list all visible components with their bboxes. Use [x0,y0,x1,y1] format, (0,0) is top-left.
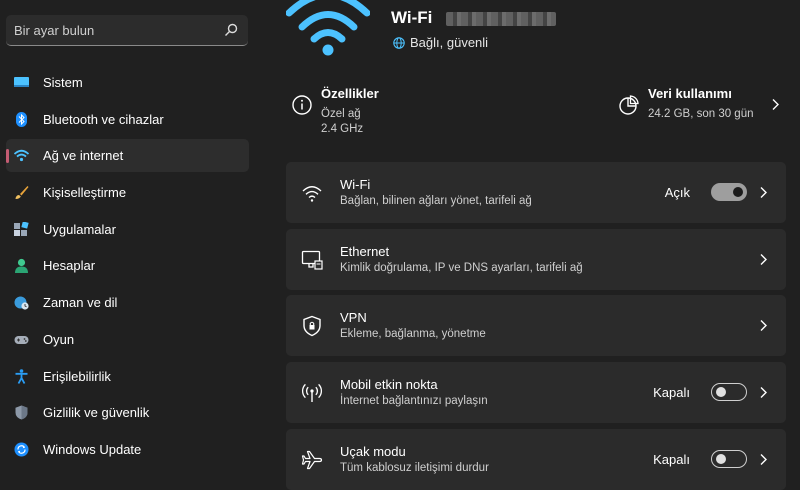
sidebar-item-privacy[interactable]: Gizlilik ve güvenlik [6,396,249,429]
info-icon [292,95,312,115]
vpn-shield-icon [303,315,321,337]
sidebar-item-label: Sistem [43,75,83,90]
properties-band: 2.4 GHz [321,123,364,135]
search-input[interactable] [6,15,224,45]
wifi-icon [302,186,322,202]
sidebar-item-label: Zaman ve dil [43,295,118,311]
apps-icon [14,221,29,236]
data-usage-title: Veri kullanımı [648,86,732,101]
sidebar-item-sistem[interactable]: Sistem [6,66,249,99]
vpn-card-title: VPN [340,310,367,325]
ethernet-icon [301,250,323,270]
sidebar-item-label: Bluetooth ve cihazlar [43,111,164,127]
ethernet-card-description: Kimlik doğrulama, IP ve DNS ayarları, ta… [340,262,583,274]
wifi-large-icon [286,0,370,56]
ethernet-card-title: Ethernet [340,244,390,259]
sidebar: Sistem Bluetooth ve cihazlar Ağ ve inter… [0,0,262,479]
wifi-card[interactable]: Wi-Fi Bağlan, bilinen ağları yönet, tari… [286,162,786,223]
mobile-hotspot-description: İnternet bağlantınızı paylaşın [340,395,488,407]
mobile-hotspot-card[interactable]: Mobil etkin nokta İnternet bağlantınızı … [286,362,786,423]
pie-chart-icon [619,95,639,115]
sidebar-item-label: Oyun [43,331,75,347]
mobile-hotspot-toggle[interactable] [711,383,747,401]
network-ssid-redacted [446,12,556,26]
network-status-text: Bağlı, güvenli [410,35,489,50]
sidebar-item-time-language[interactable]: Zaman ve dil [6,286,249,319]
sidebar-item-accessibility[interactable]: Erişilebilirlik [6,360,249,393]
data-usage-link[interactable]: Veri kullanımı 24.2 GB, son 30 gün [618,86,783,126]
search-box[interactable] [6,15,248,46]
sidebar-item-bluetooth[interactable]: Bluetooth ve cihazlar [6,103,249,136]
sidebar-item-label: Erişilebilirlik [43,368,111,384]
sidebar-item-accounts[interactable]: Hesaplar [6,249,249,282]
sidebar-item-windows-update[interactable]: Windows Update [6,433,249,466]
sidebar-item-label: Kişiselleştirme [43,185,127,201]
airplane-mode-toggle[interactable] [711,450,747,468]
wifi-icon [14,150,29,162]
ethernet-card[interactable]: Ethernet Kimlik doğrulama, IP ve DNS aya… [286,229,786,290]
airplane-mode-description: Tüm kablosuz iletişimi durdur [340,462,489,474]
monitor-icon [14,77,29,87]
wifi-toggle-label: Açık [664,185,690,200]
chevron-right-icon [760,187,767,198]
toggle-knob [716,454,726,464]
mobile-hotspot-title: Mobil etkin nokta [340,377,438,392]
sidebar-item-label: Ağ ve internet [43,148,124,164]
sidebar-item-gaming[interactable]: Oyun [6,323,249,356]
sidebar-item-personalization[interactable]: Kişiselleştirme [6,176,249,209]
wifi-card-title: Wi-Fi [340,177,371,192]
gamepad-icon [14,335,29,344]
person-icon [15,259,28,274]
chevron-right-icon [760,387,767,398]
properties-title: Özellikler [321,86,379,101]
hotspot-icon [301,383,323,402]
sidebar-nav: Sistem Bluetooth ve cihazlar Ağ ve inter… [6,66,249,470]
airplane-mode-toggle-label: Kapalı [653,452,690,467]
sidebar-item-apps[interactable]: Uygulamalar [6,213,249,246]
update-icon [14,442,29,457]
sidebar-item-label: Windows Update [43,441,142,457]
sidebar-item-label: Gizlilik ve güvenlik [43,405,150,421]
accessibility-icon [15,368,28,384]
chevron-right-icon [760,320,767,331]
search-icon[interactable] [224,23,238,37]
network-status: Bağlı, güvenli [393,35,488,50]
airplane-icon [301,450,323,470]
chevron-right-icon [772,99,779,110]
data-usage-amount: 24.2 GB, son 30 gün [648,108,754,120]
brush-icon [15,186,29,200]
chevron-right-icon [760,454,767,465]
properties-network-type: Özel ağ [321,108,361,120]
mobile-hotspot-toggle-label: Kapalı [653,385,690,400]
vpn-card-description: Ekleme, bağlanma, yönetme [340,328,486,340]
globe-icon [393,36,405,49]
vpn-card[interactable]: VPN Ekleme, bağlanma, yönetme [286,295,786,356]
shield-icon [15,405,28,420]
toggle-knob [733,187,743,197]
sidebar-item-label: Hesaplar [43,258,96,274]
globe-clock-icon [14,296,29,310]
chevron-right-icon [760,254,767,265]
toggle-knob [716,387,726,397]
bluetooth-icon [16,111,27,127]
airplane-mode-card[interactable]: Uçak modu Tüm kablosuz iletişimi durdur … [286,429,786,490]
airplane-mode-title: Uçak modu [340,444,406,459]
properties-link[interactable]: Özellikler Özel ağ 2.4 GHz [291,86,491,146]
wifi-card-description: Bağlan, bilinen ağları yönet, tarifeli a… [340,195,532,207]
sidebar-item-label: Uygulamalar [43,221,116,237]
wifi-toggle[interactable] [711,183,747,201]
sidebar-item-network[interactable]: Ağ ve internet [6,139,249,173]
network-name: Wi-Fi [391,8,433,27]
